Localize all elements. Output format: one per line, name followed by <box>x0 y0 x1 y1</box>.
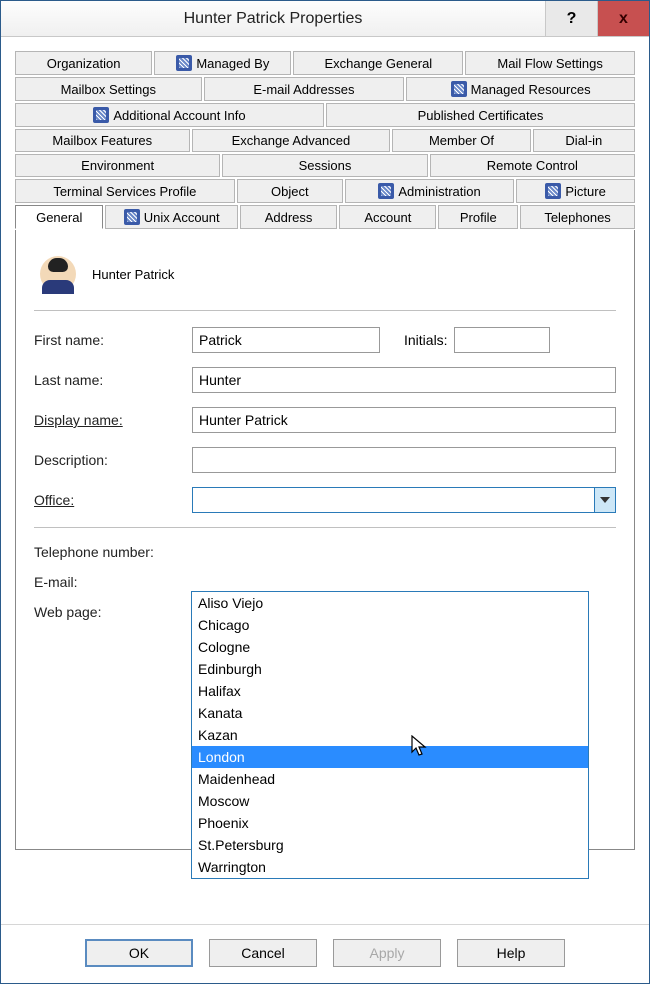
office-dropdown-button[interactable] <box>594 487 616 513</box>
user-avatar-icon <box>40 256 76 292</box>
flag-icon <box>93 107 109 123</box>
user-display-name: Hunter Patrick <box>92 267 174 282</box>
ok-button[interactable]: OK <box>85 939 193 967</box>
flag-icon <box>176 55 192 71</box>
flag-icon <box>451 81 467 97</box>
office-option[interactable]: Warrington <box>192 856 588 878</box>
close-button[interactable]: x <box>597 1 649 36</box>
office-dropdown-list[interactable]: Aliso ViejoChicagoCologneEdinburghHalifa… <box>191 591 589 879</box>
titlebar: Hunter Patrick Properties ? x <box>1 1 649 37</box>
tab-object[interactable]: Object <box>237 179 343 203</box>
tab-address[interactable]: Address <box>240 205 337 229</box>
office-option[interactable]: Aliso Viejo <box>192 592 588 614</box>
dialog-content: Organization Managed By Exchange General… <box>1 37 649 924</box>
flag-icon <box>124 209 140 225</box>
description-input[interactable] <box>192 447 616 473</box>
tab-strip: Organization Managed By Exchange General… <box>15 51 635 229</box>
cancel-button[interactable]: Cancel <box>209 939 317 967</box>
description-label: Description: <box>34 452 192 468</box>
display-name-label[interactable]: Display name: <box>34 412 192 428</box>
user-header: Hunter Patrick <box>40 256 616 292</box>
tab-organization[interactable]: Organization <box>15 51 152 75</box>
tab-unix-account[interactable]: Unix Account <box>105 205 237 229</box>
office-option[interactable]: Moscow <box>192 790 588 812</box>
tab-mailbox-settings[interactable]: Mailbox Settings <box>15 77 202 101</box>
tab-profile[interactable]: Profile <box>438 205 518 229</box>
tab-managed-resources[interactable]: Managed Resources <box>406 77 635 101</box>
tab-published-certificates[interactable]: Published Certificates <box>326 103 635 127</box>
display-name-input[interactable] <box>192 407 616 433</box>
office-option[interactable]: Kanata <box>192 702 588 724</box>
tab-exchange-general[interactable]: Exchange General <box>293 51 463 75</box>
tab-picture[interactable]: Picture <box>516 179 635 203</box>
titlebar-controls: ? x <box>545 1 649 36</box>
office-option[interactable]: London <box>192 746 588 768</box>
tab-dial-in[interactable]: Dial-in <box>533 129 635 152</box>
tab-account[interactable]: Account <box>339 205 436 229</box>
office-option[interactable]: Cologne <box>192 636 588 658</box>
divider <box>34 310 616 311</box>
tab-member-of[interactable]: Member Of <box>392 129 530 152</box>
last-name-label: Last name: <box>34 372 192 388</box>
office-option[interactable]: Maidenhead <box>192 768 588 790</box>
email-label: E-mail: <box>34 574 192 590</box>
initials-label: Initials: <box>404 332 448 348</box>
flag-icon <box>378 183 394 199</box>
office-label[interactable]: Office: <box>34 492 192 508</box>
first-name-label: First name: <box>34 332 192 348</box>
tab-terminal-services-profile[interactable]: Terminal Services Profile <box>15 179 235 203</box>
properties-dialog: Hunter Patrick Properties ? x Organizati… <box>0 0 650 984</box>
tab-remote-control[interactable]: Remote Control <box>430 154 635 177</box>
office-input[interactable] <box>192 487 594 513</box>
tab-mailbox-features[interactable]: Mailbox Features <box>15 129 190 152</box>
mouse-cursor-icon <box>411 735 429 759</box>
tab-general[interactable]: General <box>15 205 103 229</box>
tab-exchange-advanced[interactable]: Exchange Advanced <box>192 129 391 152</box>
office-option[interactable]: Phoenix <box>192 812 588 834</box>
office-option[interactable]: Chicago <box>192 614 588 636</box>
help-button[interactable]: ? <box>545 1 597 36</box>
initials-input[interactable] <box>454 327 550 353</box>
office-option[interactable]: Edinburgh <box>192 658 588 680</box>
tab-additional-account-info[interactable]: Additional Account Info <box>15 103 324 127</box>
flag-icon <box>545 183 561 199</box>
apply-button[interactable]: Apply <box>333 939 441 967</box>
tab-administration[interactable]: Administration <box>345 179 514 203</box>
office-option[interactable]: St.Petersburg <box>192 834 588 856</box>
help-button-footer[interactable]: Help <box>457 939 565 967</box>
dialog-footer: OK Cancel Apply Help <box>1 924 649 983</box>
tab-mail-flow-settings[interactable]: Mail Flow Settings <box>465 51 635 75</box>
first-name-input[interactable] <box>192 327 380 353</box>
chevron-down-icon <box>600 497 610 503</box>
divider <box>34 527 616 528</box>
office-combobox[interactable] <box>192 487 616 513</box>
window-title: Hunter Patrick Properties <box>1 1 545 36</box>
office-option[interactable]: Kazan <box>192 724 588 746</box>
tab-telephones[interactable]: Telephones <box>520 205 635 229</box>
telephone-label: Telephone number: <box>34 544 192 560</box>
webpage-label: Web page: <box>34 604 192 620</box>
office-option[interactable]: Halifax <box>192 680 588 702</box>
last-name-input[interactable] <box>192 367 616 393</box>
tab-sessions[interactable]: Sessions <box>222 154 427 177</box>
tab-email-addresses[interactable]: E-mail Addresses <box>204 77 405 101</box>
tab-environment[interactable]: Environment <box>15 154 220 177</box>
tab-managed-by[interactable]: Managed By <box>154 51 291 75</box>
